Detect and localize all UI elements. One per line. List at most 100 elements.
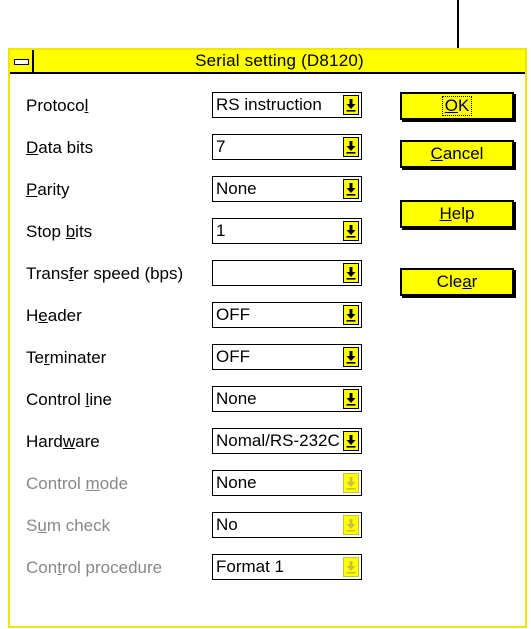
- down-arrow-icon[interactable]: [343, 263, 359, 283]
- transfer-speed-label-post: er speed (bps): [73, 264, 184, 283]
- transfer-speed-select[interactable]: [212, 260, 362, 286]
- down-arrow-icon[interactable]: [343, 221, 359, 241]
- sum-check-select-value: No: [216, 515, 238, 534]
- data-bits-select[interactable]: 7: [212, 134, 362, 160]
- parity-label-post: arity: [37, 180, 70, 199]
- down-arrow-icon[interactable]: [343, 389, 359, 409]
- protocol-label-u: l: [84, 96, 89, 115]
- cancel-label-post: ancel: [442, 144, 484, 163]
- control-mode-select-value: None: [216, 473, 257, 492]
- hardware-label-post: are: [75, 432, 100, 451]
- hardware-label-u: w: [62, 432, 76, 451]
- hardware-label: Hardware: [26, 432, 100, 452]
- hardware-label-pre: Hard: [26, 432, 63, 451]
- control-procedure-label-pre: Con: [26, 558, 58, 577]
- terminater-label-pre: Te: [26, 348, 44, 367]
- terminater-label: Terminater: [26, 348, 106, 368]
- clear-label-accel: a: [462, 272, 472, 291]
- serial-setting-dialog: Serial setting (D8120) Protocol RS instru…: [8, 48, 527, 628]
- header-label-pre: H: [26, 306, 39, 325]
- help-label-post: elp: [451, 204, 475, 223]
- header-select[interactable]: OFF: [212, 302, 362, 328]
- protocol-select-value: RS instruction: [216, 95, 322, 114]
- transfer-speed-label: Transfer speed (bps): [26, 264, 183, 284]
- sum-check-label-u: u: [37, 516, 47, 535]
- parity-label: Parity: [26, 180, 69, 200]
- data-bits-label: Data bits: [26, 138, 93, 158]
- transfer-speed-label-pre: Trans: [26, 264, 69, 283]
- stop-bits-select-value: 1: [216, 221, 226, 240]
- stop-bits-label: Stop bits: [26, 222, 92, 242]
- protocol-label-pre: Protoco: [26, 96, 85, 115]
- sum-check-select: No: [212, 512, 362, 538]
- control-mode-label-pre: Control: [26, 474, 86, 493]
- control-line-select-value: None: [216, 389, 257, 408]
- control-mode-select: None: [212, 470, 362, 496]
- ok-button[interactable]: OK: [400, 92, 514, 120]
- field-row-parity: Parity None: [10, 176, 390, 206]
- terminater-select[interactable]: OFF: [212, 344, 362, 370]
- cancel-button[interactable]: Cancel: [400, 140, 514, 168]
- stop-bits-label-pre: Stop: [26, 222, 66, 241]
- down-arrow-icon[interactable]: [343, 137, 359, 157]
- window-title: Serial setting (D8120): [195, 51, 364, 70]
- protocol-select[interactable]: RS instruction: [212, 92, 362, 118]
- hardware-select[interactable]: Nomal/RS-232C: [212, 428, 362, 454]
- field-row-hardware: Hardware Nomal/RS-232C: [10, 428, 390, 458]
- down-arrow-icon: [343, 557, 359, 577]
- sum-check-label: Sum check: [26, 516, 110, 536]
- clear-label-pre: Cle: [436, 272, 463, 291]
- sum-check-label-post: m check: [46, 516, 111, 535]
- down-arrow-icon[interactable]: [343, 95, 359, 115]
- title-bar: Serial setting (D8120): [10, 50, 525, 74]
- data-bits-label-u: D: [26, 138, 39, 157]
- field-row-data-bits: Data bits 7: [10, 134, 390, 164]
- ok-label-post: K: [457, 96, 470, 115]
- control-procedure-label: Control procedure: [26, 558, 162, 578]
- transfer-speed-select-value: [216, 261, 341, 285]
- ok-focus-rect: OK: [441, 96, 473, 116]
- control-line-select[interactable]: None: [212, 386, 362, 412]
- field-row-stop-bits: Stop bits 1: [10, 218, 390, 248]
- help-label-accel: H: [439, 204, 452, 223]
- terminater-label-post: minater: [49, 348, 107, 367]
- parity-select-value: None: [216, 179, 257, 198]
- system-menu-icon[interactable]: [10, 50, 34, 72]
- field-row-header: Header OFF: [10, 302, 390, 332]
- control-mode-label-post: ode: [99, 474, 129, 493]
- down-arrow-icon[interactable]: [343, 431, 359, 451]
- header-label: Header: [26, 306, 82, 326]
- ok-label-accel: O: [444, 96, 458, 115]
- control-line-label: Control line: [26, 390, 112, 410]
- help-button[interactable]: Help: [400, 200, 514, 228]
- control-line-label-pre: Control: [26, 390, 86, 409]
- parity-label-u: P: [26, 180, 38, 199]
- clear-button[interactable]: Clear: [400, 268, 514, 296]
- field-row-sum-check: Sum check No: [10, 512, 390, 542]
- control-procedure-label-post: rol procedure: [61, 558, 163, 577]
- down-arrow-icon[interactable]: [343, 305, 359, 325]
- field-row-control-mode: Control mode None: [10, 470, 390, 500]
- header-label-u: e: [38, 306, 48, 325]
- parity-select[interactable]: None: [212, 176, 362, 202]
- field-row-protocol: Protocol RS instruction: [10, 92, 390, 122]
- sum-check-label-pre: S: [26, 516, 38, 535]
- cancel-label-accel: C: [430, 144, 443, 163]
- field-row-control-procedure: Control procedure Format 1: [10, 554, 390, 584]
- down-arrow-icon[interactable]: [343, 179, 359, 199]
- stop-bits-label-post: its: [75, 222, 93, 241]
- control-mode-label-u: m: [85, 474, 100, 493]
- stop-bits-select[interactable]: 1: [212, 218, 362, 244]
- down-arrow-icon: [343, 473, 359, 493]
- control-procedure-select: Format 1: [212, 554, 362, 580]
- data-bits-label-post: ata bits: [38, 138, 94, 157]
- field-row-control-line: Control line None: [10, 386, 390, 416]
- field-row-transfer-speed: Transfer speed (bps): [10, 260, 390, 290]
- stop-bits-label-u: b: [65, 222, 76, 241]
- protocol-label: Protocol: [26, 96, 88, 116]
- clear-label-post: r: [471, 272, 478, 291]
- down-arrow-icon[interactable]: [343, 347, 359, 367]
- hardware-select-value: Nomal/RS-232C: [216, 431, 340, 450]
- down-arrow-icon: [343, 515, 359, 535]
- control-line-label-post: ine: [89, 390, 112, 409]
